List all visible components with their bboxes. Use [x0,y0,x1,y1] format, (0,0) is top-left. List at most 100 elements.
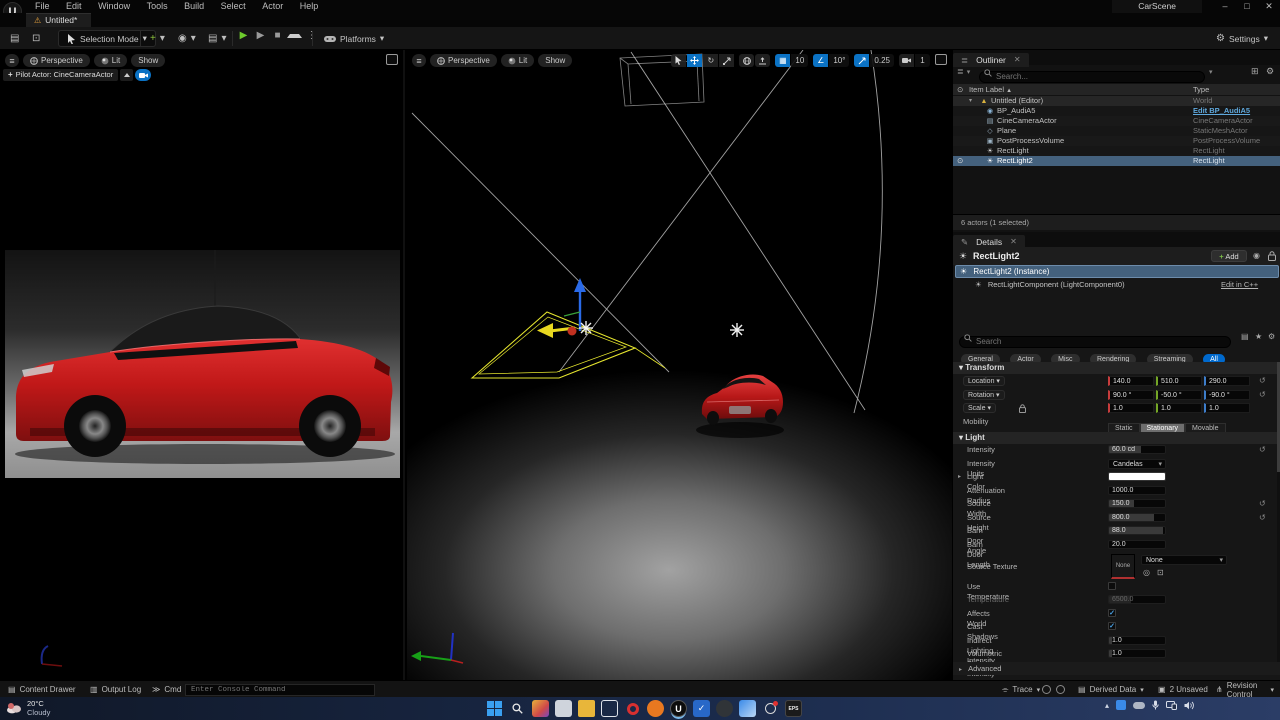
instance-row[interactable]: ☀ RectLight2 (Instance) [955,265,1279,278]
show-dropdown[interactable]: Show [131,54,165,67]
store-app-icon[interactable] [601,700,618,717]
location-y-input[interactable]: 510.0 [1156,376,1202,386]
scale-tool-button[interactable] [719,54,734,67]
menu-help[interactable]: Help [293,0,326,13]
rotation-snap-value[interactable]: 10° [829,54,849,67]
menu-select[interactable]: Select [214,0,253,13]
outliner-row-postprocess[interactable]: ▣ PostProcessVolume PostProcessVolume [953,136,1280,146]
scale-z-input[interactable]: 1.0 [1204,403,1250,413]
edit-blueprint-link[interactable]: Edit BP_AudiA5 [1193,106,1250,116]
stop-button[interactable]: ■ [270,30,285,41]
outliner-settings-icon[interactable]: ⚙ [1266,66,1274,77]
photos2-app-icon[interactable] [739,700,756,717]
platforms-dropdown[interactable]: Platforms ▾ [318,30,390,47]
network-tray-icon[interactable] [1166,701,1177,710]
affects-world-checkbox[interactable]: ✓ [1108,609,1116,617]
taskbar-search-icon[interactable] [509,700,526,717]
opera-browser-icon[interactable] [624,700,641,717]
light-section-header[interactable]: ▾ Light [953,432,1280,444]
rotation-x-input[interactable]: 90.0 ° [1108,390,1154,400]
dark-app-icon[interactable] [716,700,733,717]
camera-speed-button[interactable] [899,54,914,67]
advanced-section[interactable]: ▸ Advanced [953,662,1280,675]
blueprint-hierarchy-icon[interactable]: ◉ [1253,251,1260,260]
outliner-row-level[interactable]: ▾ ▲ Untitled (Editor) World [953,96,1280,106]
menu-window[interactable]: Window [91,0,137,13]
maximize-button[interactable]: □ [1236,0,1258,13]
outliner-row-bp-audia5[interactable]: ◉ BP_AudiA5 Edit BP_AudiA5 [953,106,1280,116]
scale-x-input[interactable]: 1.0 [1108,403,1154,413]
viewport-menu-icon[interactable]: ≡ [5,54,19,67]
move-tool-button[interactable] [687,54,702,67]
pilot-actor-label[interactable]: +Pilot Actor: CineCameraActor [3,69,118,81]
camera-speed-value[interactable]: 1 [915,54,930,67]
eject-button[interactable] [287,30,302,41]
viewport-maximize-icon[interactable] [386,54,398,65]
light-color-swatch[interactable] [1108,472,1166,481]
intensity-units-dropdown[interactable]: Candelas▾ [1108,459,1166,469]
lit-dropdown[interactable]: Lit [94,54,127,67]
trace-dropdown[interactable]: ⌯Trace▾ [996,681,1046,698]
photos-app-icon[interactable] [532,700,549,717]
camera-viewport[interactable]: ≡ Perspective Lit Show +Pilot Actor: Cin… [0,50,405,680]
details-search-input[interactable] [959,336,1231,348]
teams-tray-icon[interactable] [1116,700,1126,710]
barn-door-length-input[interactable]: 20.0 [1108,540,1166,549]
reset-source-width-icon[interactable]: ↺ [1259,499,1266,508]
use-temperature-checkbox[interactable] [1108,582,1116,590]
file-explorer-icon[interactable] [578,700,595,717]
selection-mode-dropdown[interactable]: Selection Mode ▾ [58,30,156,47]
scale-dropdown[interactable]: Scale ▾ [963,403,996,413]
feedback-icon[interactable] [1056,685,1065,694]
location-x-input[interactable]: 140.0 [1108,376,1154,386]
favorites-star-icon[interactable]: ★ [1255,332,1262,341]
close-button[interactable]: ✕ [1258,0,1280,13]
unsaved-button[interactable]: ▣2 Unsaved [1152,681,1214,698]
surface-snapping-button[interactable] [755,54,770,67]
show-dropdown[interactable]: Show [538,54,572,67]
scale-lock-icon[interactable] [1019,404,1026,413]
outliner-row-rectlight2-selected[interactable]: ⊙ ☀ RectLight2 RectLight [953,156,1280,166]
outliner-filter-icon[interactable]: ≣▾ [957,67,970,76]
stop-piloting-button[interactable] [120,69,133,81]
texture-thumbnail[interactable]: None [1111,554,1135,579]
epic-games-icon[interactable]: EPS [785,700,802,717]
weather-widget[interactable]: 20°CCloudy [6,699,50,717]
outliner-row-rectlight[interactable]: ☀ RectLight RectLight [953,146,1280,156]
menu-file[interactable]: File [28,0,57,13]
content-drawer-button[interactable]: ▤Content Drawer [2,681,82,698]
outliner-tab[interactable]: ≣Outliner✕ [953,53,1029,67]
reset-location-icon[interactable]: ↺ [1259,376,1266,385]
outliner-row-cinecamera[interactable]: ▤ CineCameraActor CineCameraActor [953,116,1280,126]
menu-tools[interactable]: Tools [140,0,175,13]
camera-view-toggle[interactable] [135,69,151,81]
reset-rotation-icon[interactable]: ↺ [1259,390,1266,399]
menu-build[interactable]: Build [177,0,211,13]
reset-intensity-icon[interactable]: ↺ [1259,445,1266,454]
editor-viewport[interactable]: ≡ Perspective Lit Show ↻ ▦ 10 ∠ 10° 0.25… [407,50,952,680]
notification-app-icon[interactable] [762,700,779,717]
viewport-maximize-icon[interactable] [935,54,947,65]
browse-to-asset-icon[interactable]: ⊡ [1157,568,1164,577]
cast-shadows-checkbox[interactable]: ✓ [1108,622,1116,630]
use-selected-asset-icon[interactable]: ◎ [1143,568,1150,577]
microphone-tray-icon[interactable] [1152,700,1159,710]
content-browser-button[interactable]: ⊡ [26,30,46,47]
blender-app-icon[interactable] [647,700,664,717]
revision-control-dropdown[interactable]: ⋔Revision Control▾ [1210,681,1280,698]
rotation-dropdown[interactable]: Rotation ▾ [963,390,1005,400]
onedrive-tray-icon[interactable] [1133,702,1145,709]
texture-asset-dropdown[interactable]: None▾ [1141,555,1227,565]
component-row[interactable]: ☀ RectLightComponent (LightComponent0) E… [953,279,1280,291]
location-z-input[interactable]: 290.0 [1204,376,1250,386]
grid-snap-toggle[interactable]: ▦ [775,54,790,67]
perspective-dropdown[interactable]: Perspective [23,54,90,67]
volume-tray-icon[interactable] [1184,701,1194,710]
grid-snap-value[interactable]: 10 [791,54,808,67]
settings-dropdown[interactable]: ⚙ Settings ▾ [1210,30,1274,47]
tray-expand-chevron[interactable]: ▴ [1105,701,1109,710]
barn-door-angle-input[interactable]: 88.0 [1108,526,1166,535]
task-view-icon[interactable] [555,700,572,717]
outliner-row-plane[interactable]: ◇ Plane StaticMeshActor [953,126,1280,136]
play-button[interactable]: ▶ [236,30,251,41]
